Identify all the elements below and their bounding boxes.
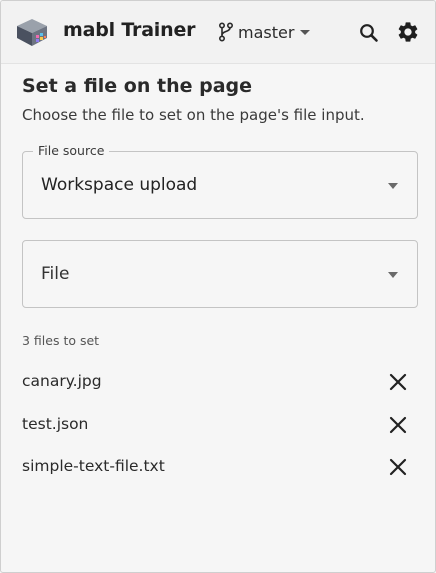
- file-name: canary.jpg: [22, 372, 102, 390]
- file-item: simple-text-file.txt: [22, 454, 414, 482]
- file-source-select[interactable]: File source Workspace upload: [22, 143, 418, 219]
- page-subtitle: Choose the file to set on the page's fil…: [22, 106, 365, 124]
- file-source-label: File source: [33, 143, 110, 158]
- close-icon[interactable]: [389, 416, 407, 434]
- close-icon[interactable]: [389, 373, 407, 391]
- file-select[interactable]: File: [22, 240, 418, 308]
- git-branch-icon: [218, 22, 234, 42]
- app-title: mabl Trainer: [63, 19, 196, 41]
- dropdown-arrow-icon: [388, 272, 398, 278]
- file-source-value: Workspace upload: [41, 175, 198, 195]
- header: mabl Trainer master: [1, 1, 435, 64]
- mabl-logo-icon: [17, 19, 47, 46]
- chevron-down-icon: [300, 30, 311, 35]
- file-select-placeholder: File: [41, 264, 70, 284]
- branch-selector[interactable]: master: [218, 20, 311, 44]
- file-name: test.json: [22, 415, 89, 433]
- branch-label: master: [238, 22, 295, 42]
- file-item: canary.jpg: [22, 369, 414, 397]
- search-icon[interactable]: [358, 22, 380, 44]
- trainer-window: mabl Trainer master Set a file on the pa…: [0, 0, 436, 573]
- file-item: test.json: [22, 412, 414, 440]
- page-title: Set a file on the page: [22, 75, 253, 97]
- files-count: 3 files to set: [22, 333, 100, 348]
- dropdown-arrow-icon: [388, 183, 398, 189]
- close-icon[interactable]: [389, 458, 407, 476]
- gear-icon[interactable]: [396, 20, 420, 44]
- file-name: simple-text-file.txt: [22, 457, 165, 475]
